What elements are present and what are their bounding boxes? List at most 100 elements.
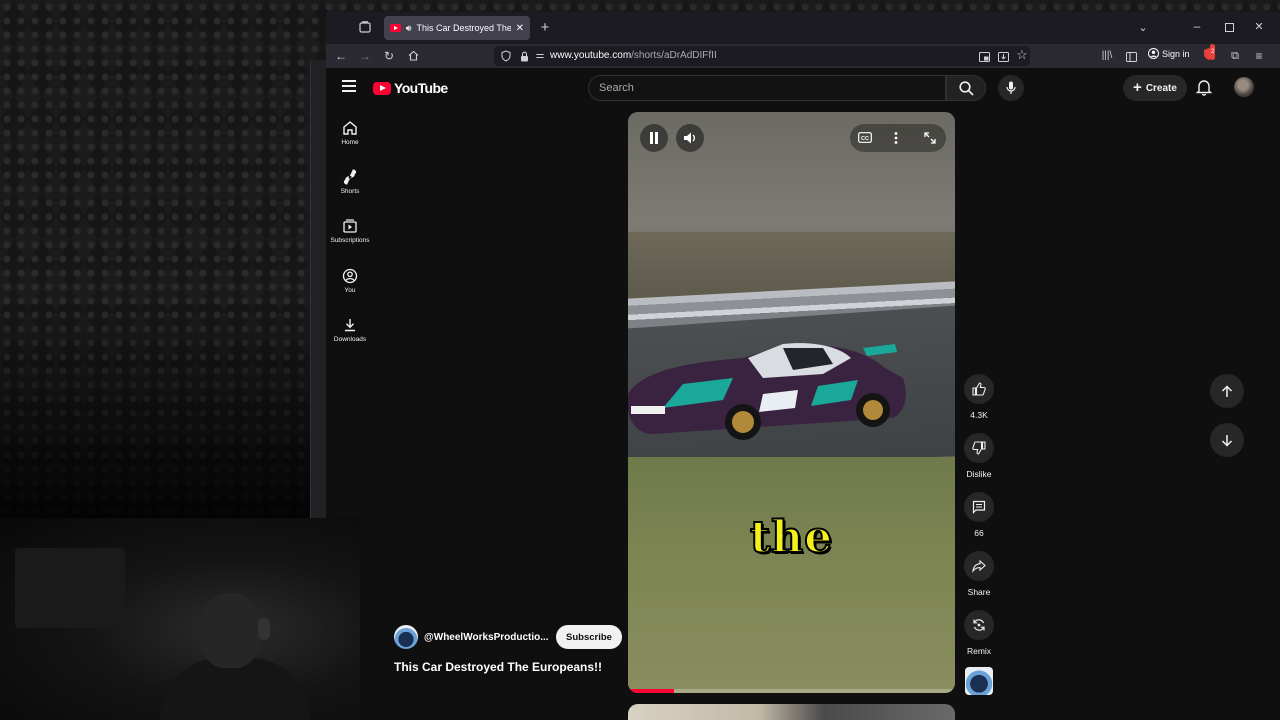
tab-bar: 🔊︎ This Car Destroyed The Europeans!! ✕ … [326, 12, 1280, 44]
thumbs-up-icon [972, 382, 986, 396]
share-label: Share [967, 587, 991, 597]
youtube-page: YouTube + Create [326, 68, 1280, 720]
picture-in-picture-icon[interactable] [978, 49, 990, 65]
sidebar-toggle-icon[interactable] [1124, 49, 1138, 65]
youtube-logo[interactable]: YouTube [373, 80, 448, 96]
notifications-button[interactable] [1195, 78, 1215, 98]
comment-count: 66 [974, 528, 984, 538]
channel-avatar[interactable] [394, 625, 418, 649]
search-icon [959, 81, 974, 96]
tab-title: This Car Destroyed The Europeans!! [416, 23, 511, 33]
url-host: www.youtube.com [550, 50, 632, 61]
tracking-shield-icon[interactable] [500, 49, 512, 65]
short-title[interactable]: This Car Destroyed The Europeans!! [394, 660, 602, 674]
volume-button[interactable] [676, 124, 704, 152]
account-icon [1148, 48, 1159, 59]
sidebar-item-downloads[interactable]: Downloads [326, 317, 374, 357]
close-window-icon[interactable]: ✕ [1252, 19, 1266, 35]
home-icon [343, 121, 357, 135]
youtube-play-logo-icon [373, 81, 391, 95]
webcam-background-object [15, 548, 125, 628]
video-progress-fill [628, 689, 674, 693]
url-text[interactable]: www.youtube.com/shorts/aDrAdDIFfII [550, 50, 717, 61]
bell-icon [1195, 80, 1213, 96]
sidebar-item-label: Downloads [333, 336, 367, 343]
voice-search-button[interactable] [998, 75, 1024, 101]
subscribe-button[interactable]: Subscribe [556, 625, 622, 649]
back-icon[interactable]: ← [334, 48, 348, 64]
sidebar-item-home[interactable]: Home [326, 120, 374, 160]
guide-menu-icon[interactable] [342, 80, 356, 92]
create-button[interactable]: + Create [1123, 75, 1187, 101]
sign-in-button[interactable]: Sign in [1148, 48, 1190, 59]
extension-shield-icon[interactable]: 2 [1202, 44, 1216, 64]
sidebar-item-shorts[interactable]: Shorts [326, 169, 374, 209]
comments-button[interactable]: 66 [962, 492, 996, 538]
sidebar-item-you[interactable]: You [326, 268, 374, 308]
sidebar-item-subscriptions[interactable]: Subscriptions [326, 218, 374, 258]
dislike-label: Dislike [966, 469, 992, 479]
speaker-icon[interactable]: 🔊︎ [406, 23, 412, 34]
tab-list-icon[interactable] [358, 20, 372, 34]
maximize-icon[interactable] [1222, 19, 1236, 35]
url-path: /shorts/aDrAdDIFfII [631, 50, 717, 61]
navigation-toolbar: ← → ↻ ⚌ www.youtube.com/shorts/aDrAdDIFf… [326, 44, 1280, 68]
plus-icon: + [1133, 79, 1142, 96]
tab-overflow-chevron-icon[interactable]: ⌄ [1136, 20, 1150, 36]
previous-short-button[interactable] [1210, 374, 1244, 408]
avatar[interactable] [1234, 77, 1254, 97]
tab-youtube-short[interactable]: 🔊︎ This Car Destroyed The Europeans!! ✕ [384, 16, 530, 40]
minimize-icon[interactable]: – [1190, 18, 1204, 34]
next-short-preview[interactable] [628, 704, 955, 720]
captions-icon[interactable]: CC [858, 132, 872, 143]
download-icon [345, 319, 355, 332]
bookmark-star-icon[interactable]: ☆ [1016, 47, 1028, 63]
player-controls-right: CC [850, 124, 946, 152]
new-tab-icon[interactable]: + [538, 20, 552, 36]
close-tab-icon[interactable]: ✕ [516, 23, 524, 34]
shorts-icon [343, 169, 357, 185]
arrow-down-icon [1221, 434, 1233, 447]
fullscreen-icon[interactable] [924, 132, 936, 144]
video-progress-bar[interactable] [628, 689, 955, 693]
search-button[interactable] [946, 75, 986, 101]
webcam-person-head [200, 593, 260, 668]
subscriptions-icon [343, 219, 357, 233]
shorts-player[interactable]: the CC [628, 112, 955, 693]
sign-in-label: Sign in [1162, 48, 1190, 59]
create-label: Create [1145, 82, 1177, 94]
browser-window: 🔊︎ This Car Destroyed The Europeans!! ✕ … [326, 12, 1280, 720]
search-input[interactable] [599, 82, 919, 94]
yt-masthead: YouTube + Create [326, 68, 1280, 108]
webcam-overlay [0, 518, 360, 720]
pause-button[interactable] [640, 124, 668, 152]
you-icon [342, 268, 358, 284]
channel-handle[interactable]: @WheelWorksProductio... [424, 632, 550, 643]
extensions-puzzle-icon[interactable]: ⧉ [1228, 48, 1242, 64]
forward-icon[interactable]: → [358, 48, 372, 64]
library-icon[interactable]: |||\ [1100, 48, 1114, 64]
microphone-icon [1006, 81, 1016, 94]
home-browser-icon[interactable] [406, 48, 420, 64]
sidebar-item-label: Home [341, 139, 359, 146]
like-button[interactable]: 4.3K [962, 374, 996, 420]
reload-icon[interactable]: ↻ [382, 48, 396, 64]
like-count: 4.3K [970, 410, 988, 420]
search-box [588, 75, 946, 101]
remix-icon [973, 619, 985, 631]
dislike-button[interactable]: Dislike [962, 433, 996, 479]
app-menu-icon[interactable]: ≡ [1252, 48, 1266, 64]
sidebar-item-label: Subscriptions [330, 237, 370, 244]
address-bar[interactable]: ⚌ www.youtube.com/shorts/aDrAdDIFfII ☆ [494, 46, 1030, 66]
next-short-button[interactable] [1210, 423, 1244, 457]
lock-icon[interactable] [518, 49, 530, 65]
remix-button[interactable]: Remix [962, 610, 996, 656]
headset-icon [258, 618, 270, 640]
desktop-shadow [0, 300, 330, 530]
site-permissions-icon[interactable]: ⚌ [534, 48, 546, 64]
share-button[interactable]: Share [962, 551, 996, 597]
channel-thumbnail[interactable] [965, 667, 993, 695]
volume-icon [684, 132, 695, 144]
save-page-icon[interactable] [997, 49, 1009, 65]
more-options-icon[interactable] [894, 132, 898, 144]
